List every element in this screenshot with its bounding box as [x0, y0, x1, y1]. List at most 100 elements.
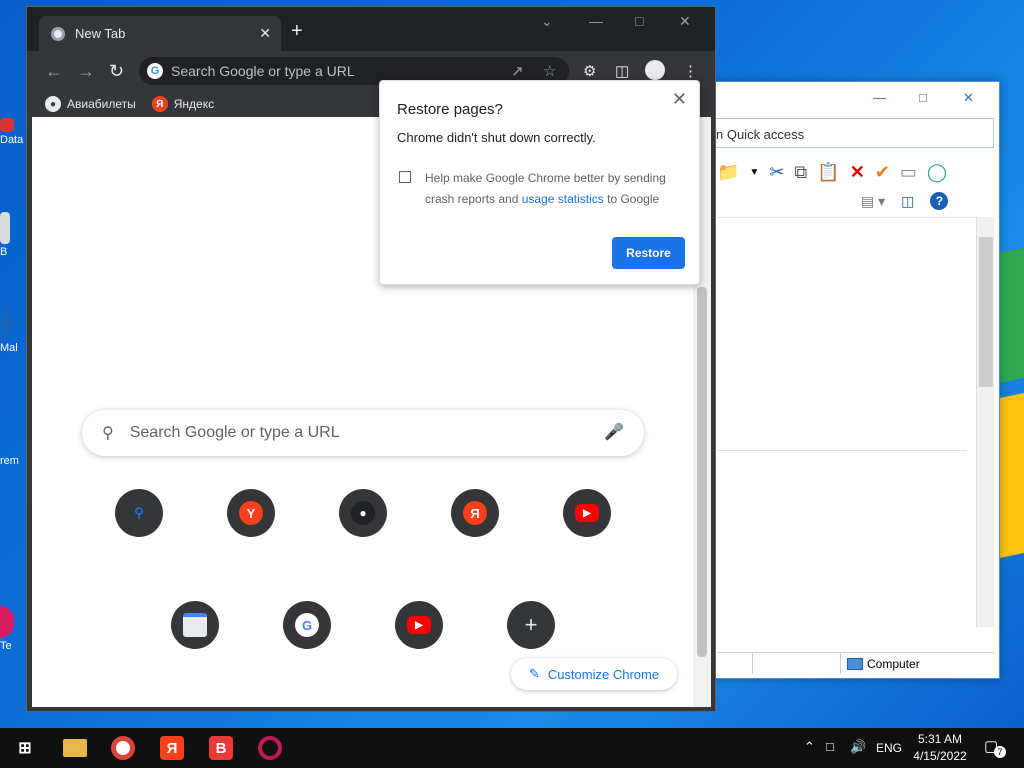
rename-icon[interactable]: ▭: [900, 162, 917, 183]
youtube-icon: ▶: [575, 504, 599, 522]
ntp-search-placeholder: Search Google or type a URL: [129, 424, 340, 441]
maximize-icon[interactable]: □: [635, 13, 643, 29]
youtube-icon: ▶: [407, 616, 431, 634]
forward-icon[interactable]: →: [77, 61, 95, 82]
menu-icon[interactable]: ⋮: [683, 62, 698, 80]
desktop-icon-label: Mal: [0, 342, 18, 354]
shortcut-search[interactable]: ⚲: [115, 489, 163, 537]
add-shortcut-button[interactable]: +: [507, 601, 555, 649]
reload-icon[interactable]: ↻: [109, 61, 124, 82]
clock-date: 4/15/2022: [913, 749, 967, 763]
back-icon[interactable]: ←: [45, 61, 63, 82]
github-icon: ●: [351, 501, 375, 525]
yandex-y-icon: Y: [239, 501, 263, 525]
network-icon[interactable]: □: [826, 739, 834, 754]
minimize-icon[interactable]: —: [589, 13, 603, 29]
language-indicator[interactable]: ENG: [876, 741, 902, 755]
globe-icon: ●: [45, 96, 61, 112]
yandex-icon[interactable]: Я: [160, 736, 184, 760]
extensions-icon[interactable]: ⚙: [583, 62, 596, 80]
profile-avatar-icon[interactable]: [645, 60, 665, 80]
tab-search-icon[interactable]: ⌄: [541, 13, 553, 30]
file-explorer-icon[interactable]: [63, 739, 87, 757]
google-g-icon: G: [147, 63, 163, 79]
status-computer: Computer: [841, 657, 920, 671]
preview-pane-icon[interactable]: ◫: [901, 193, 914, 210]
shortcut-yandex-ya[interactable]: Я: [451, 489, 499, 537]
checkmark-icon[interactable]: ✔: [875, 162, 890, 183]
folder-icon[interactable]: 📁: [717, 162, 739, 183]
opera-icon[interactable]: [258, 736, 282, 760]
explorer-view-toolbar: ▤ ▾ ◫ ?: [861, 190, 949, 212]
desktop-icon-label: Te: [0, 640, 12, 652]
clock-time: 5:31 AM: [917, 732, 963, 746]
tab-title: New Tab: [75, 26, 126, 41]
shortcut-yandex-y[interactable]: Y: [227, 489, 275, 537]
customize-chrome-button[interactable]: ✎ Customize Chrome: [511, 658, 677, 690]
globe-icon[interactable]: ◯: [927, 162, 947, 183]
new-tab-button[interactable]: +: [291, 20, 303, 43]
ntp-search-box[interactable]: ⚲ Search Google or type a URL 🎤: [82, 410, 644, 456]
copy-icon[interactable]: ⧉: [794, 162, 807, 183]
dropdown-icon[interactable]: ▼: [749, 167, 759, 178]
show-hidden-icons-icon[interactable]: ⌃: [804, 739, 815, 755]
pane-divider: [717, 450, 967, 451]
explorer-address-bar[interactable]: n Quick access: [711, 118, 994, 148]
shortcut-youtube[interactable]: ▶: [395, 601, 443, 649]
explorer-scrollbar[interactable]: [976, 217, 994, 627]
desktop-icon-label: rem: [0, 455, 19, 467]
scrollbar-thumb[interactable]: [697, 287, 707, 657]
tab-new-tab[interactable]: New Tab ✕: [39, 16, 281, 51]
pencil-icon: ✎: [528, 666, 540, 681]
shortcut-youtube[interactable]: ▶: [563, 489, 611, 537]
chrome-icon[interactable]: [111, 736, 135, 760]
close-icon[interactable]: ✕: [672, 89, 687, 110]
cut-icon[interactable]: ✂: [769, 162, 784, 183]
close-icon[interactable]: ✕: [963, 90, 974, 106]
maximize-icon[interactable]: □: [919, 90, 927, 105]
tab-close-icon[interactable]: ✕: [259, 25, 271, 42]
shortcut-github[interactable]: ●: [339, 489, 387, 537]
delete-icon[interactable]: ✕: [850, 162, 865, 183]
google-icon: G: [295, 613, 319, 637]
bookmark-aviabilety[interactable]: ● Авиабилеты: [45, 96, 136, 112]
vivaldi-icon[interactable]: B: [209, 736, 233, 760]
help-text-part-2: to Google: [607, 192, 660, 206]
crash-reports-checkbox[interactable]: [399, 171, 411, 183]
search-icon: ⚲: [102, 425, 114, 442]
notification-count: 7: [994, 746, 1006, 758]
side-panel-icon[interactable]: ◫: [615, 62, 629, 80]
explorer-content-pane: [717, 217, 977, 627]
desktop-icon-label: Data: [0, 134, 24, 146]
customize-chrome-label: Customize Chrome: [547, 666, 660, 682]
share-icon[interactable]: ↗: [511, 62, 524, 80]
yandex-ya-icon: Я: [463, 501, 487, 525]
shortcut-web-store[interactable]: [171, 601, 219, 649]
help-icon[interactable]: ?: [930, 192, 949, 210]
usage-statistics-link[interactable]: usage statistics: [522, 192, 604, 206]
add-shortcut-icon: +: [524, 612, 538, 637]
bookmark-yandex[interactable]: Я Яндекс: [151, 96, 214, 112]
bookmark-label: Авиабилеты: [67, 97, 136, 111]
paste-icon[interactable]: 📋: [817, 162, 839, 183]
desktop-icon-label: B: [0, 246, 8, 258]
microphone-icon[interactable]: 🎤: [604, 422, 624, 442]
dialog-title: Restore pages?: [397, 101, 503, 118]
omnibox-placeholder: Search Google or type a URL: [171, 63, 355, 79]
volume-icon[interactable]: 🔊: [850, 739, 866, 755]
search-icon: ⚲: [134, 505, 144, 520]
restore-button[interactable]: Restore: [612, 237, 685, 269]
clock[interactable]: 5:31 AM 4/15/2022: [905, 731, 975, 765]
close-icon[interactable]: ✕: [679, 13, 691, 30]
yandex-icon: Я: [151, 96, 168, 112]
bookmark-star-icon[interactable]: ☆: [543, 62, 556, 80]
explorer-toolbar: 📁 ▼ ✂ ⧉ 📋 ✕ ✔ ▭ ◯: [717, 156, 997, 188]
minimize-icon[interactable]: —: [873, 90, 886, 105]
shortcut-google[interactable]: G: [283, 601, 331, 649]
windows-start-icon[interactable]: ⊞: [13, 736, 37, 760]
view-options-icon[interactable]: ▤ ▾: [861, 193, 885, 210]
scrollbar-thumb[interactable]: [979, 237, 993, 387]
taskbar: ⊞ Я B ⌃ □ 🔊 ENG 5:31 AM 4/15/2022 ▢ 7: [0, 728, 1024, 768]
status-computer-label: Computer: [867, 656, 920, 671]
computer-icon: [847, 657, 863, 670]
